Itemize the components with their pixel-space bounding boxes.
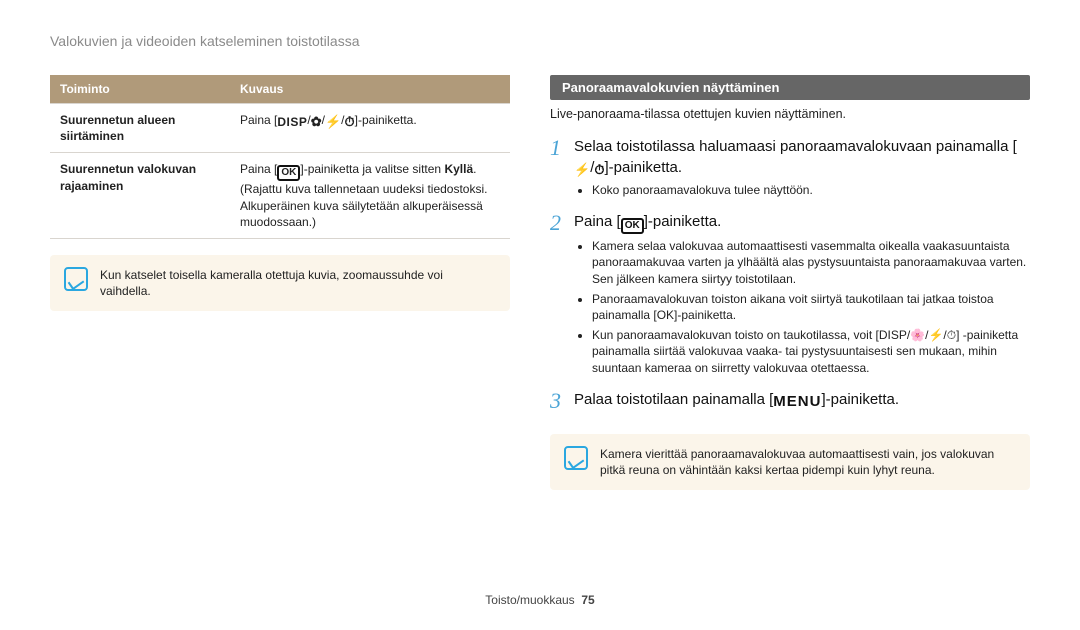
bullet: Kun panoraamavalokuvan toisto on taukoti… — [592, 327, 1030, 376]
timer-icon: ⏱ — [594, 161, 604, 179]
bullet: Panoraamavalokuvan toiston aikana voit s… — [592, 291, 1030, 323]
step-2: Paina [OK]-painiketta. Kamera selaa valo… — [550, 212, 1030, 376]
bullet: Kamera selaa valokuvaa automaattisesti v… — [592, 238, 1030, 287]
page-footer: Toisto/muokkaus 75 — [0, 592, 1080, 608]
page-number: 75 — [581, 593, 594, 607]
steps-list: Selaa toistotilassa haluamaasi panoraama… — [550, 137, 1030, 426]
footer-section: Toisto/muokkaus — [485, 593, 574, 607]
step-headline: Selaa toistotilassa haluamaasi panoraama… — [574, 137, 1030, 178]
note-text: Kun katselet toisella kameralla otettuja… — [100, 267, 496, 299]
step-1: Selaa toistotilassa haluamaasi panoraama… — [550, 137, 1030, 198]
note-icon — [564, 446, 588, 470]
flash-icon: ⚡ — [574, 161, 590, 179]
bold-kylla: Kyllä — [444, 162, 473, 176]
table-header-toiminto: Toiminto — [50, 75, 230, 104]
macro-icon: ✿ — [311, 113, 322, 131]
disp-icon: DISP — [277, 114, 307, 130]
note-box-left: Kun katselet toisella kameralla otettuja… — [50, 255, 510, 311]
step-bullets: Koko panoraamavalokuva tulee näyttöön. — [592, 182, 1030, 198]
function-table: Toiminto Kuvaus Suurennetun alueen siirt… — [50, 75, 510, 239]
step-headline: Palaa toistotilaan painamalla [MENU]-pai… — [574, 390, 1030, 412]
step-headline: Paina [OK]-painiketta. — [574, 212, 1030, 234]
note-icon — [64, 267, 88, 291]
right-column: Panoraamavalokuvien näyttäminen Live-pan… — [550, 75, 1030, 491]
row-desc: Paina [OK]-painiketta ja valitse sitten … — [230, 153, 510, 239]
ok-icon: OK — [277, 165, 300, 181]
note-box-right: Kamera vierittää panoraamavalokuvaa auto… — [550, 434, 1030, 490]
section-lead: Live-panoraama-tilassa otettujen kuvien … — [550, 106, 1030, 123]
note-text: Kamera vierittää panoraamavalokuvaa auto… — [600, 446, 1016, 478]
row-label: Suurennetun alueen siirtäminen — [50, 104, 230, 153]
manual-page: Valokuvien ja videoiden katseleminen toi… — [0, 0, 1080, 630]
left-column: Toiminto Kuvaus Suurennetun alueen siirt… — [50, 75, 510, 491]
step-3: Palaa toistotilaan painamalla [MENU]-pai… — [550, 390, 1030, 412]
table-row: Suurennetun valokuvan rajaaminen Paina [… — [50, 153, 510, 239]
content-columns: Toiminto Kuvaus Suurennetun alueen siirt… — [50, 75, 1030, 491]
table-row: Suurennetun alueen siirtäminen Paina [DI… — [50, 104, 510, 153]
section-heading: Panoraamavalokuvien näyttäminen — [550, 75, 1030, 101]
row-label: Suurennetun valokuvan rajaaminen — [50, 153, 230, 239]
step-bullets: Kamera selaa valokuvaa automaattisesti v… — [592, 238, 1030, 376]
bullet: Koko panoraamavalokuva tulee näyttöön. — [592, 182, 1030, 198]
timer-icon: ⏱ — [345, 113, 355, 131]
table-header-kuvaus: Kuvaus — [230, 75, 510, 104]
ok-icon: OK — [621, 218, 644, 234]
row-desc: Paina [DISP/✿/⚡/⏱]-painiketta. — [230, 104, 510, 153]
menu-icon: MENU — [773, 392, 821, 412]
flash-icon: ⚡ — [325, 113, 341, 131]
breadcrumb: Valokuvien ja videoiden katseleminen toi… — [50, 32, 1030, 51]
